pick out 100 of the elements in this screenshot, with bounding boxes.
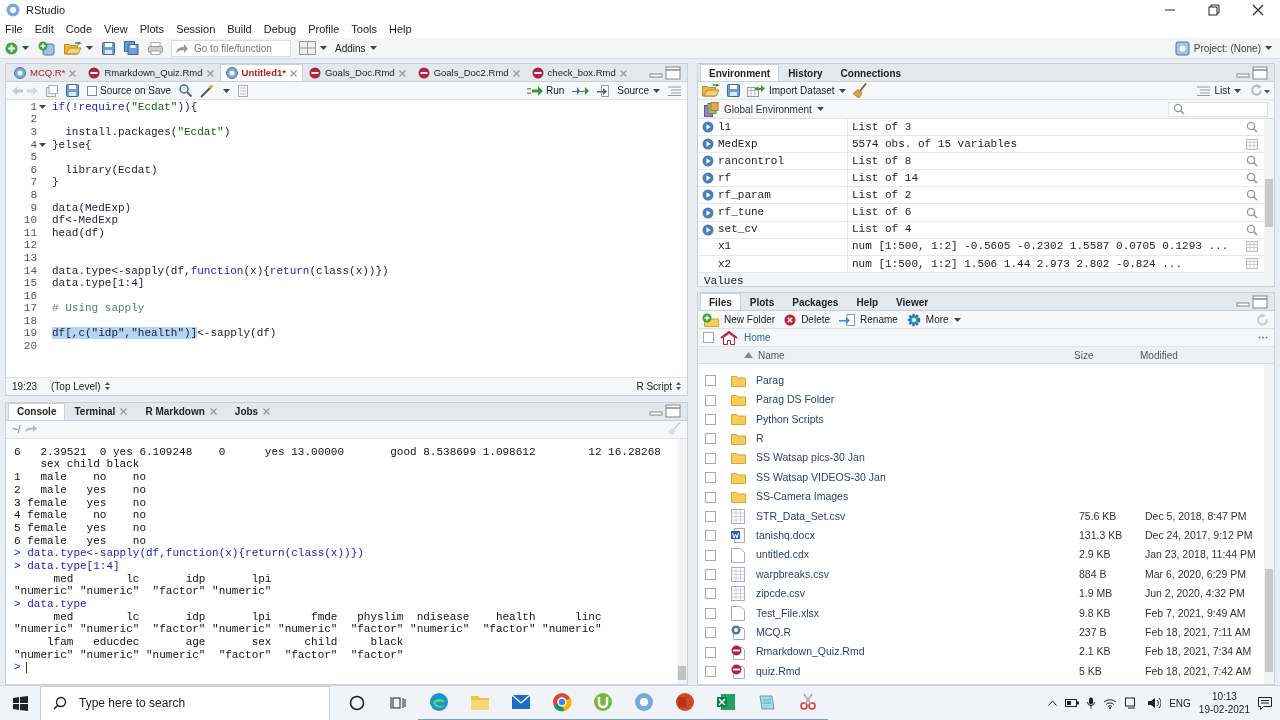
modified-date: Feb 18, 2021, 7:34 AM xyxy=(1145,644,1252,660)
variable-name: rf xyxy=(718,171,732,187)
delete-button[interactable]: Delete xyxy=(784,312,831,327)
variable-value: List of 8 xyxy=(851,154,913,169)
menu-item[interactable]: File xyxy=(5,23,23,35)
modified-date: Dec 24, 2017, 9:12 PM xyxy=(1145,527,1253,543)
file-size: 1.9 MB xyxy=(1079,587,1113,600)
tab[interactable]: Untitled1* xyxy=(219,64,303,81)
variable-name: MedExp xyxy=(718,136,758,152)
column-header: Modified xyxy=(1139,348,1178,363)
code-line: data(MedExp) xyxy=(52,202,132,214)
file-link[interactable]: SS Watsap VIDEOS-30 Jan xyxy=(756,470,886,483)
more-menu[interactable]: More xyxy=(906,312,961,327)
menu-item[interactable]: View xyxy=(104,23,128,35)
checkbox-label: Source on Save xyxy=(100,84,172,98)
modified-date: Jan 23, 2018, 11:44 PM xyxy=(1145,547,1256,563)
file-link[interactable]: R xyxy=(756,432,764,444)
source-on-save-checkbox[interactable]: Source on Save xyxy=(87,83,172,98)
menu-item[interactable]: Code xyxy=(65,23,92,35)
file-link[interactable]: Test_File.xlsx xyxy=(756,606,819,619)
file-link[interactable]: MCQ.R xyxy=(756,625,791,638)
file-link[interactable]: tanishq.docx xyxy=(756,528,815,541)
line-number: 1 xyxy=(30,101,37,113)
console-output: 6 female yes no xyxy=(14,535,147,547)
file-link[interactable]: quiz.Rmd xyxy=(756,664,801,677)
line-number: 18 xyxy=(23,315,37,327)
project-menu[interactable]: Project: (None) xyxy=(1174,40,1276,56)
source-button[interactable]: Source xyxy=(597,83,660,98)
file-link[interactable]: SS-Camera Images xyxy=(756,490,849,503)
import-dataset-button[interactable]: Import Dataset xyxy=(747,83,846,98)
new-folder-button[interactable]: New Folder xyxy=(702,312,776,327)
line-number: 12 xyxy=(23,240,37,252)
file-size: 131.3 KB xyxy=(1079,528,1123,541)
variable-name: x2 xyxy=(718,256,732,272)
code-line: }else{ xyxy=(52,139,92,151)
tab[interactable]: Files xyxy=(700,293,741,310)
variable-value: List of 6 xyxy=(851,205,913,221)
variable-value: num [1:500, 1:2] -0.5605 -0.2302 1.5587 0.0705 0.1293 ... xyxy=(851,239,1230,255)
line-number: 8 xyxy=(30,189,37,201)
environment-scope-menu[interactable]: Global Environment xyxy=(704,101,824,117)
variable-name: rf_param xyxy=(718,188,771,204)
console-prompt: > xyxy=(14,662,21,674)
console-command: > data.type[1:4] xyxy=(14,560,120,572)
line-number: 3 xyxy=(30,127,37,138)
scope-menu[interactable]: (Top Level) xyxy=(51,378,110,394)
console-command: > data.type xyxy=(14,599,87,610)
file-link[interactable]: Parag DS Folder xyxy=(756,393,835,406)
goto-field[interactable]: Go to file/function xyxy=(171,39,291,57)
menu-item[interactable]: Profile xyxy=(308,23,340,35)
modified-date: Feb 18, 2021, 7:42 AM xyxy=(1145,663,1252,679)
modified-date: Feb 7, 2021, 9:49 AM xyxy=(1145,605,1246,621)
line-number: 14 xyxy=(23,265,37,277)
tab[interactable]: Console xyxy=(8,402,66,420)
variable-name: l1 xyxy=(718,119,732,135)
menu-item[interactable]: Session xyxy=(176,23,216,35)
column-header[interactable]: Name xyxy=(744,347,1071,363)
code-line: if(!require("Ecdat")){ xyxy=(52,101,198,113)
addins-menu[interactable]: Addins xyxy=(335,40,377,56)
variable-value: List of 2 xyxy=(851,188,913,204)
menu-item[interactable]: Plots xyxy=(139,23,165,35)
rename-button[interactable]: Rename xyxy=(839,312,898,327)
line-number: 11 xyxy=(23,227,37,239)
language-indicator[interactable]: ENG xyxy=(1169,695,1191,711)
file-size: 9.8 KB xyxy=(1079,606,1111,619)
taskbar-search-field[interactable]: Type here to search xyxy=(40,685,330,720)
console-output: 6 2.39521 0 yes 6.109248 0 yes 13.00000 good 8.538699 1.098612 12 16.28268 xyxy=(14,446,661,458)
file-link[interactable]: STR_Data_Set.csv xyxy=(756,509,846,522)
file-link[interactable]: Parag xyxy=(756,373,785,386)
menu-item[interactable]: Build xyxy=(227,23,252,35)
line-number: 9 xyxy=(30,202,37,214)
console-output: 2 male yes no xyxy=(14,484,147,496)
breadcrumb-link[interactable]: Home xyxy=(744,330,771,345)
code-line: # Using sapply xyxy=(52,303,145,315)
menu-item[interactable]: Help xyxy=(389,23,412,35)
line-number: 4 xyxy=(30,139,37,151)
menu-item[interactable]: Edit xyxy=(34,23,54,35)
run-button[interactable]: Run xyxy=(526,83,565,98)
file-link[interactable]: warpbreaks.csv xyxy=(756,567,829,580)
console-output: sex child black xyxy=(39,459,140,471)
file-type-menu[interactable]: R Script xyxy=(636,378,681,394)
file-size: 237 B xyxy=(1079,625,1107,638)
file-size: 884 B xyxy=(1079,567,1107,580)
file-link[interactable]: zipcde.csv xyxy=(756,587,806,600)
menu-item[interactable]: Debug xyxy=(263,23,297,35)
clock-time: 10:13 xyxy=(1211,690,1237,703)
file-link[interactable]: untitled.cdx xyxy=(756,548,810,561)
file-link[interactable]: Rmarkdown_Quiz.Rmd xyxy=(756,645,865,658)
variable-value: 5574 obs. of 15 variables xyxy=(851,136,1019,152)
file-link[interactable]: Python Scripts xyxy=(756,412,824,425)
line-number: 13 xyxy=(23,252,37,264)
code-line: df<-MedExp xyxy=(52,215,118,227)
file-link[interactable]: SS Watsap pics-30 Jan xyxy=(756,451,865,464)
line-number: 17 xyxy=(23,303,37,315)
tab[interactable]: Environment xyxy=(700,64,780,81)
code-line: } xyxy=(52,177,59,189)
menu-item[interactable]: Tools xyxy=(351,23,378,35)
code-line: library(Ecdat) xyxy=(64,164,158,176)
clock-button[interactable]: 10:13 19-02-2021 xyxy=(1198,690,1250,716)
line-number: 2 xyxy=(30,114,37,126)
view-mode-menu[interactable]: List xyxy=(1197,83,1241,98)
